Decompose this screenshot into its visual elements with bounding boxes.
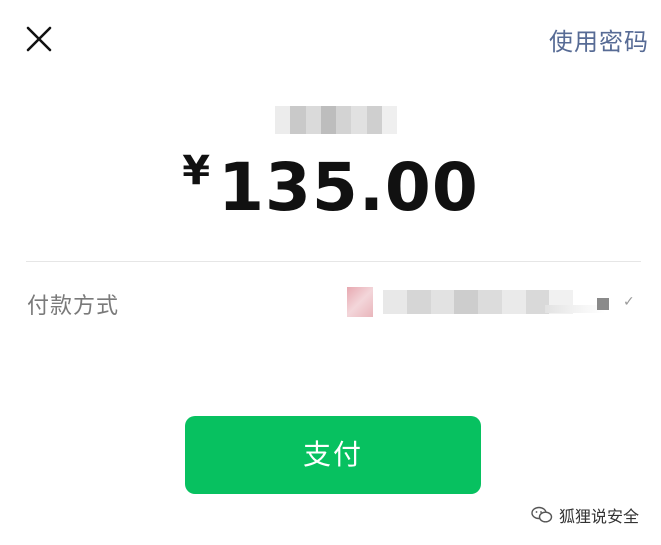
wechat-logo-icon	[531, 506, 553, 523]
card-name-fade	[545, 305, 605, 313]
bank-card-icon	[347, 287, 373, 317]
watermark: 狐狸说安全	[531, 503, 639, 527]
pay-button[interactable]: 支付	[185, 416, 481, 494]
close-button[interactable]	[22, 22, 56, 56]
chevron-right-icon	[597, 298, 609, 310]
check-icon: ✓	[623, 294, 635, 310]
divider	[26, 261, 641, 262]
watermark-text: 狐狸说安全	[558, 507, 639, 526]
payment-method-selector[interactable]: ✓	[345, 285, 645, 321]
payment-amount: ¥135.00	[0, 148, 661, 226]
payment-method-label: 付款方式	[27, 294, 120, 319]
close-icon	[26, 26, 52, 52]
amount-value: 135.00	[218, 149, 479, 226]
payee-name-blurred	[275, 106, 397, 134]
use-password-link[interactable]: 使用密码	[549, 22, 649, 57]
currency-symbol: ¥	[182, 148, 211, 194]
